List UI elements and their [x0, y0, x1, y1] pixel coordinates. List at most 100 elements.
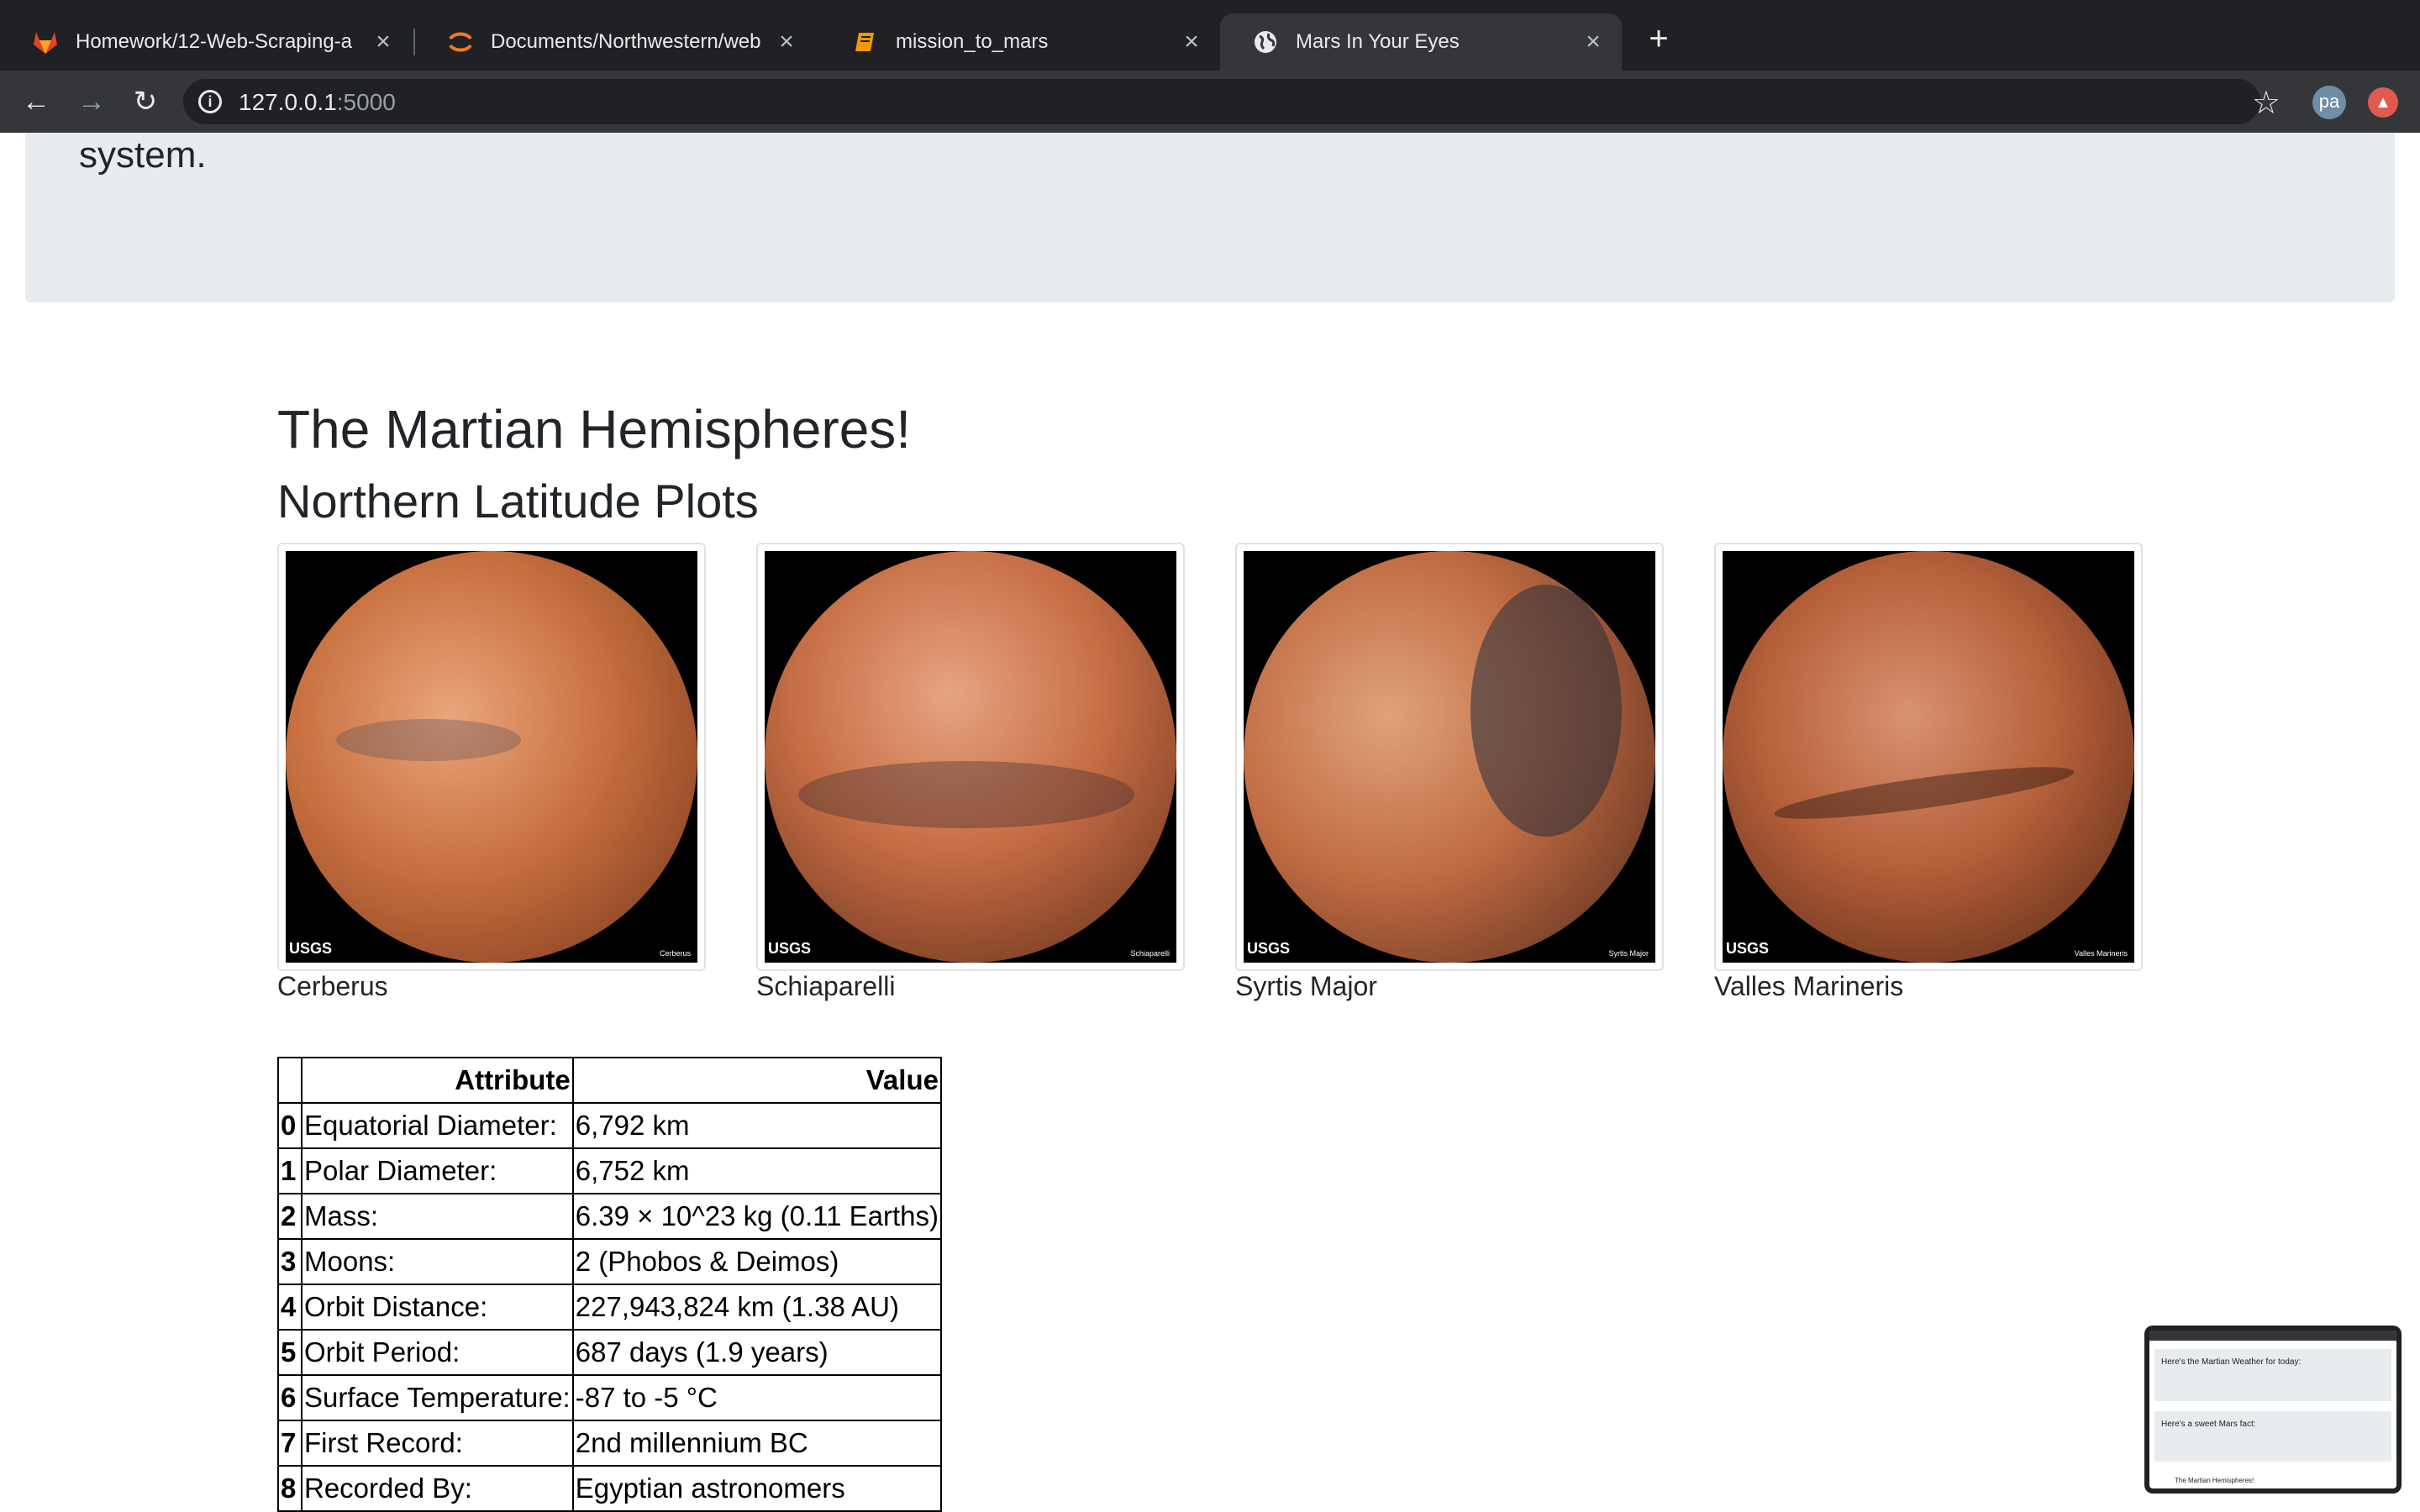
forward-arrow-icon[interactable]: →	[72, 82, 111, 121]
globe-icon	[1252, 29, 1279, 55]
table-row: 8 Recorded By: Egyptian astronomers	[277, 1465, 942, 1512]
row-attribute: Mass:	[301, 1193, 574, 1240]
table-row: 4 Orbit Distance: 227,943,824 km (1.38 AU)	[277, 1284, 942, 1331]
table-row: 1 Polar Diameter: 6,752 km	[277, 1147, 942, 1194]
column-header-attribute: Attribute	[301, 1057, 574, 1104]
tab-homework[interactable]: Homework/12-Web-Scraping-a ×	[0, 13, 412, 71]
tab-preview-thumbnail[interactable]: Here's the Martian Weather for today: He…	[2144, 1326, 2402, 1494]
mars-globe	[1723, 551, 2134, 963]
jupyter-icon	[447, 29, 474, 55]
column-header-index	[277, 1057, 302, 1104]
image-label: Syrtis Major	[1608, 949, 1649, 958]
row-attribute: Orbit Distance:	[301, 1284, 574, 1331]
row-attribute: Equatorial Diameter:	[301, 1102, 574, 1149]
mars-image: USGS Valles Marineris	[1723, 551, 2134, 963]
row-attribute: First Record:	[301, 1420, 574, 1467]
image-label: Schiaparelli	[1130, 949, 1170, 958]
url-text: 127.0.0.1:5000	[239, 89, 396, 116]
row-attribute: Polar Diameter:	[301, 1147, 574, 1194]
mars-image: USGS Schiaparelli	[765, 551, 1176, 963]
preview-page: Here's the Martian Weather for today: He…	[2149, 1331, 2396, 1488]
notebook-icon	[852, 29, 879, 55]
fact-jumbotron: system.	[25, 133, 2395, 302]
hemisphere-caption: Valles Marineris	[1714, 971, 1904, 1001]
browser-toolbar: ← → ↻ i 127.0.0.1:5000 ☆ pa ▲	[0, 71, 2420, 133]
row-attribute: Orbit Period:	[301, 1329, 574, 1376]
tab-title: Homework/12-Web-Scraping-a	[76, 30, 353, 53]
hemispheres-title-display: The Martian Hemispheres!	[277, 399, 912, 459]
row-attribute: Moons:	[301, 1238, 574, 1285]
reload-icon[interactable]: ↻	[126, 82, 165, 121]
back-arrow-icon[interactable]: ←	[17, 82, 55, 121]
usgs-logo: USGS	[768, 940, 812, 957]
row-value: 6,752 km	[571, 1147, 942, 1194]
hemisphere-image-cerberus[interactable]: USGS Cerberus	[277, 543, 706, 971]
preview-browser-bar	[2149, 1331, 2396, 1341]
profile-avatar[interactable]: pa	[2312, 86, 2346, 119]
row-index: 5	[277, 1329, 302, 1376]
mars-globe	[286, 551, 697, 963]
jumbotron-text: system.	[79, 134, 207, 176]
url-host: 127.0.0.1	[239, 89, 337, 115]
hemisphere-image-syrtis-major[interactable]: USGS Syrtis Major	[1235, 543, 1664, 971]
close-icon[interactable]: ×	[771, 27, 802, 57]
preview-fact-band	[2154, 1411, 2391, 1462]
albedo-feature	[798, 761, 1134, 828]
tab-mars-in-your-eyes[interactable]: Mars In Your Eyes ×	[1220, 13, 1622, 71]
mars-image: USGS Cerberus	[286, 551, 697, 963]
albedo-feature	[336, 719, 521, 761]
row-index: 8	[277, 1465, 302, 1512]
mars-globe	[765, 551, 1176, 963]
gitlab-icon	[32, 29, 59, 55]
new-tab-icon[interactable]: +	[1642, 22, 1676, 55]
tab-title: Documents/Northwestern/web	[491, 30, 761, 53]
preview-hemis-heading: The Martian Hemispheres!	[2175, 1477, 2254, 1484]
tab-title: mission_to_mars	[896, 30, 1049, 53]
close-icon[interactable]: ×	[368, 27, 398, 57]
row-index: 2	[277, 1193, 302, 1240]
row-value: 6.39 × 10^23 kg (0.11 Earths)	[571, 1193, 942, 1240]
hemisphere-caption: Cerberus	[277, 971, 388, 1001]
tab-mission-to-mars[interactable]: mission_to_mars ×	[820, 13, 1220, 71]
tab-documents[interactable]: Documents/Northwestern/web ×	[415, 13, 815, 71]
table-row: 7 First Record: 2nd millennium BC	[277, 1420, 942, 1467]
row-attribute: Surface Temperature:	[301, 1374, 574, 1421]
preview-fact-heading: Here's a sweet Mars fact:	[2161, 1420, 2256, 1429]
row-value: -87 to -5 °C	[571, 1374, 942, 1421]
row-index: 1	[277, 1147, 302, 1194]
close-icon[interactable]: ×	[1578, 27, 1608, 57]
hemisphere-caption: Schiaparelli	[756, 971, 896, 1001]
table-row: 3 Moons: 2 (Phobos & Deimos)	[277, 1238, 942, 1285]
row-index: 6	[277, 1374, 302, 1421]
table-row: 0 Equatorial Diameter: 6,792 km	[277, 1102, 942, 1149]
table-row: 5 Orbit Period: 687 days (1.9 years)	[277, 1329, 942, 1376]
close-icon[interactable]: ×	[1176, 27, 1207, 57]
mars-image: USGS Syrtis Major	[1244, 551, 1655, 963]
image-label: Cerberus	[659, 949, 691, 958]
table-header-row: Attribute Value	[277, 1057, 942, 1104]
mars-facts-table: Attribute Value 0 Equatorial Diameter: 6,7…	[277, 1057, 942, 1512]
row-value: 6,792 km	[571, 1102, 942, 1149]
info-icon[interactable]: i	[198, 90, 222, 113]
browser-tab-strip: Homework/12-Web-Scraping-a × Documents/N…	[0, 0, 2420, 71]
row-index: 4	[277, 1284, 302, 1331]
url-port: :5000	[336, 89, 396, 115]
tab-title: Mars In Your Eyes	[1296, 30, 1460, 53]
bookmark-star-icon[interactable]: ☆	[2252, 84, 2281, 122]
hemispheres-subtitle: Northern Latitude Plots	[277, 475, 759, 528]
extension-icon[interactable]: ▲	[2368, 87, 2398, 118]
hemisphere-image-valles-marineris[interactable]: USGS Valles Marineris	[1714, 543, 2143, 971]
hemisphere-image-schiaparelli[interactable]: USGS Schiaparelli	[756, 543, 1185, 971]
hemisphere-caption: Syrtis Major	[1235, 971, 1377, 1001]
preview-weather-heading: Here's the Martian Weather for today:	[2161, 1357, 2302, 1367]
albedo-feature	[1470, 585, 1622, 837]
row-value: 227,943,824 km (1.38 AU)	[571, 1284, 942, 1331]
image-label: Valles Marineris	[2074, 949, 2128, 958]
table-body: 0 Equatorial Diameter: 6,792 km 1 Polar Diam…	[277, 1102, 942, 1512]
row-index: 3	[277, 1238, 302, 1285]
table-row: 6 Surface Temperature: -87 to -5 °C	[277, 1374, 942, 1421]
address-bar[interactable]: i 127.0.0.1:5000 ☆	[183, 79, 2281, 124]
row-value: Egyptian astronomers	[571, 1465, 942, 1512]
table-row: 2 Mass: 6.39 × 10^23 kg (0.11 Earths)	[277, 1193, 942, 1240]
usgs-logo: USGS	[1726, 940, 1770, 957]
